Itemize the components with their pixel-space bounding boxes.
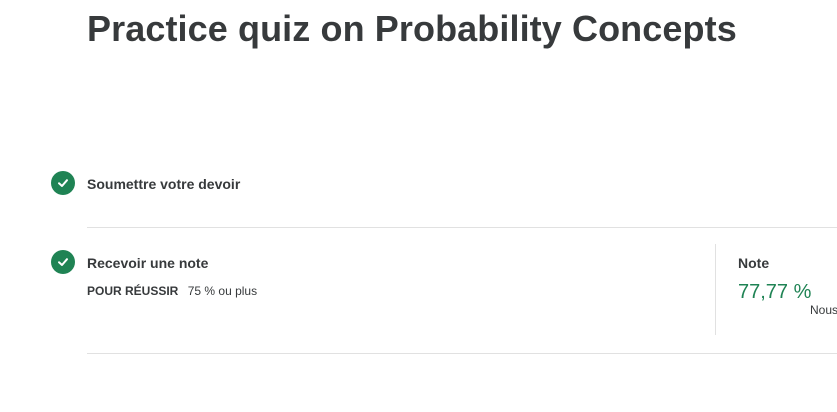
check-circle-icon — [51, 250, 75, 274]
step-divider — [87, 227, 837, 228]
grade-note: Nous — [810, 303, 837, 317]
pass-requirement-label: POUR RÉUSSIR — [87, 284, 179, 298]
grade-value: 77,77 % — [738, 281, 812, 303]
check-circle-icon — [51, 171, 75, 195]
check-icon — [58, 179, 68, 187]
pass-requirement: POUR RÉUSSIR 75 % ou plus — [87, 284, 257, 298]
step-submit-assignment-title: Soumettre votre devoir — [87, 176, 241, 192]
step-divider — [87, 353, 837, 354]
step-receive-grade-title: Recevoir une note — [87, 255, 209, 271]
grade-label: Note — [738, 255, 770, 271]
grade-divider — [715, 244, 716, 335]
page-title: Practice quiz on Probability Concepts — [87, 8, 737, 49]
pass-requirement-value: 75 % ou plus — [187, 284, 258, 298]
check-icon — [58, 258, 68, 266]
